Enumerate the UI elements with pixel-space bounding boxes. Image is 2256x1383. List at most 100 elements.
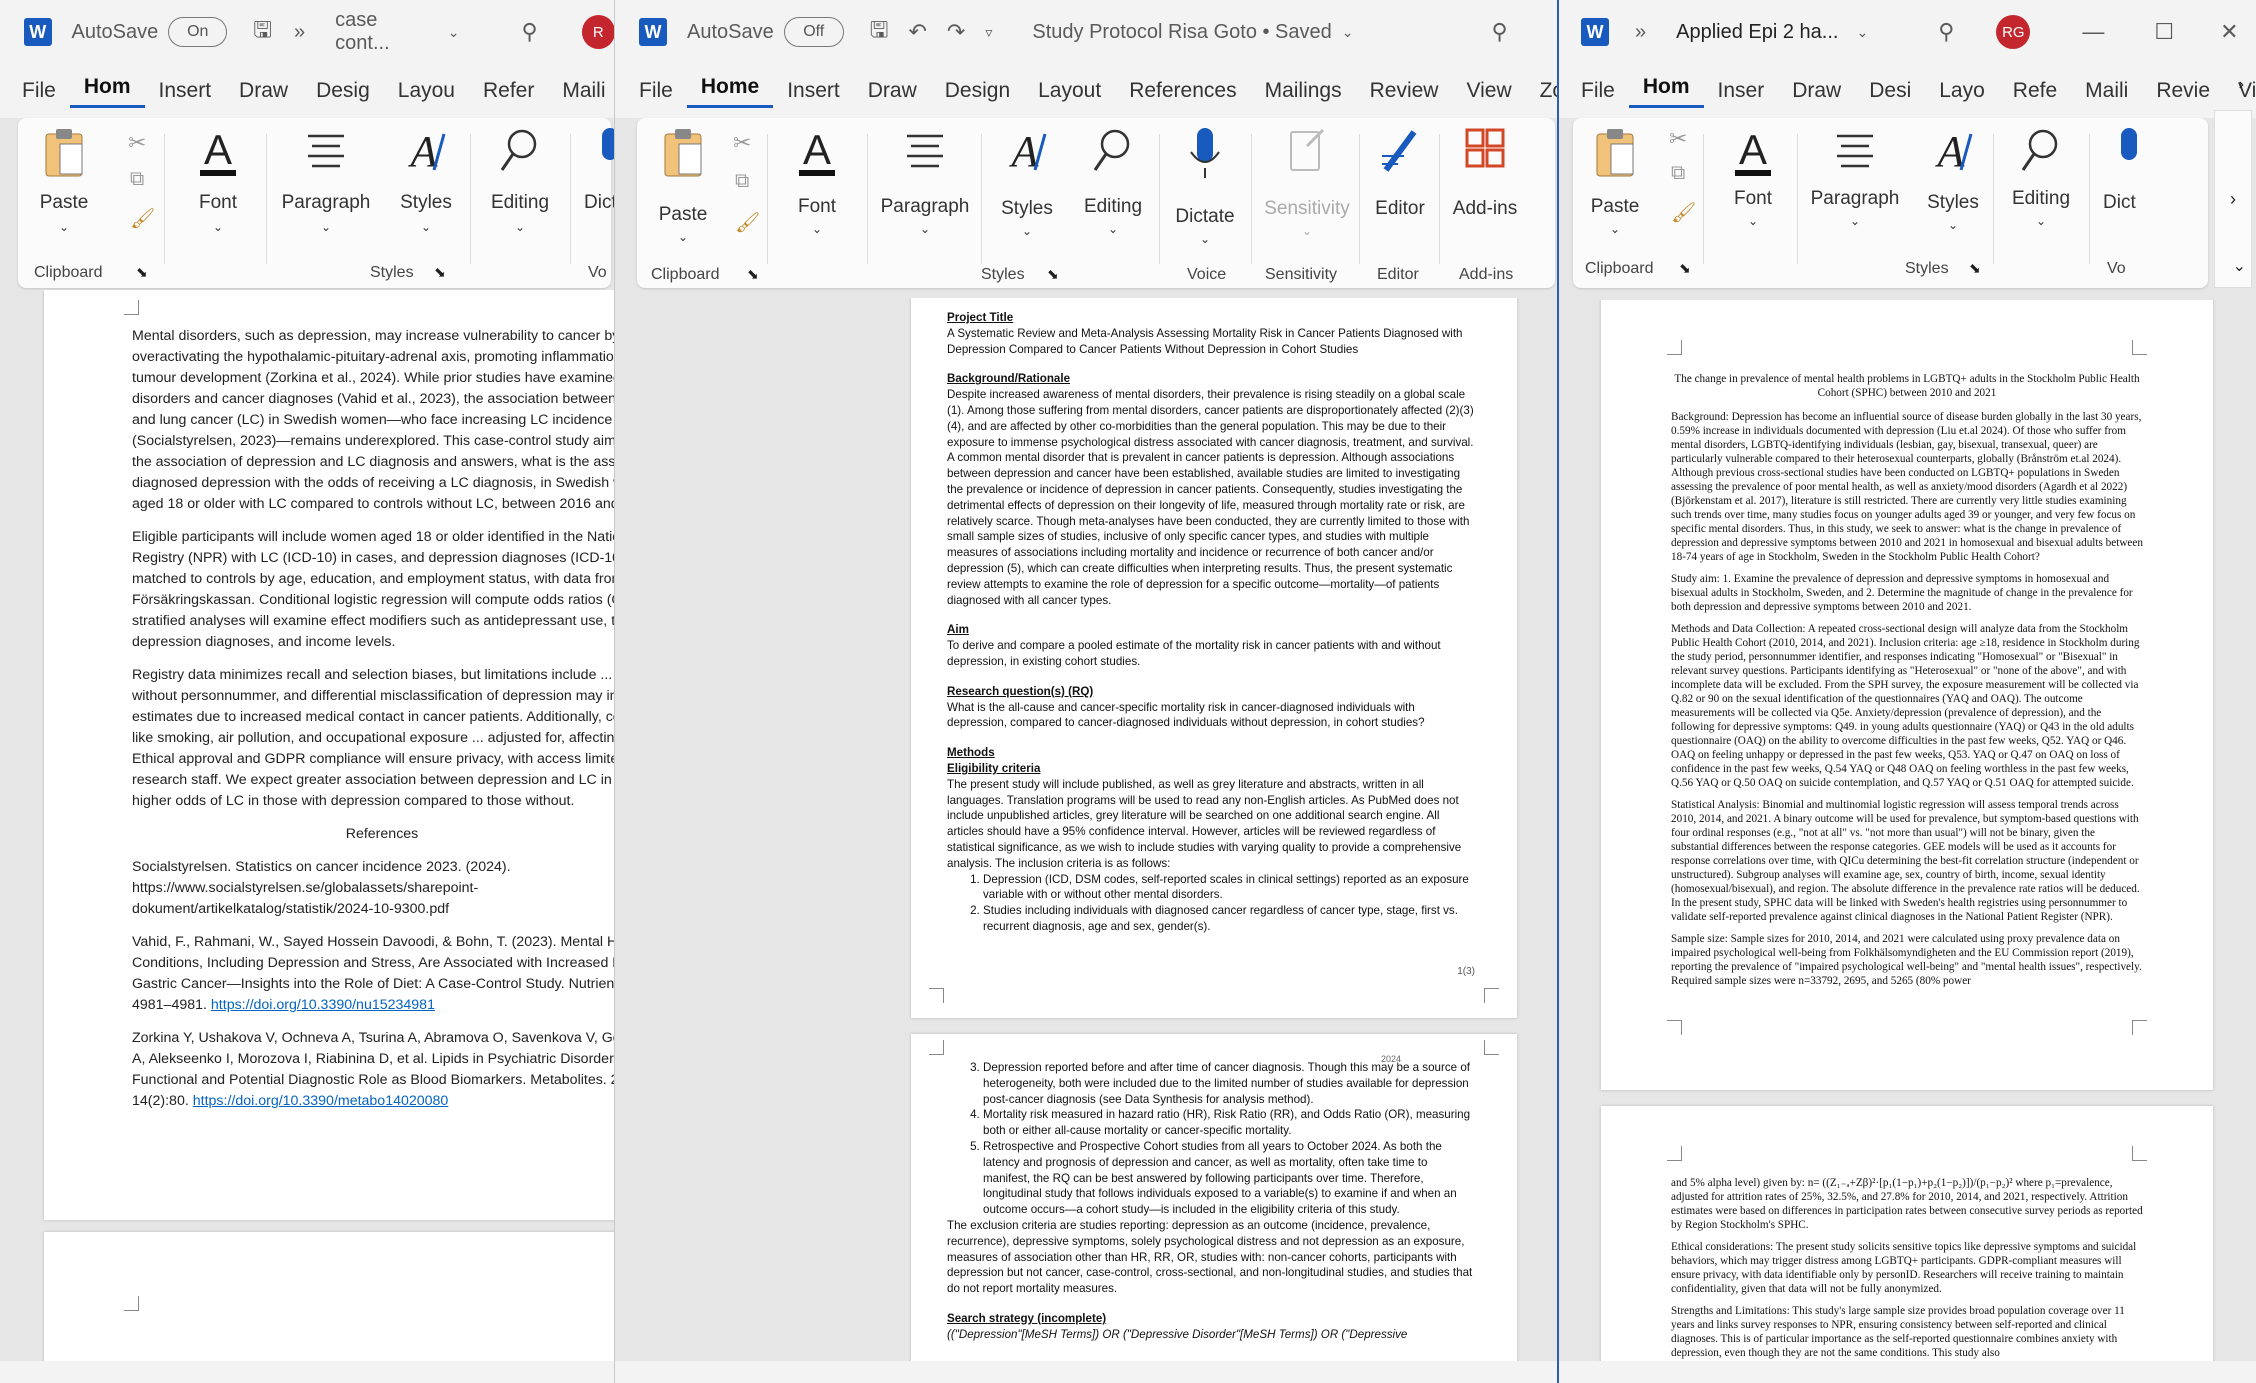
font-button[interactable]: A Font ⌄	[775, 126, 859, 236]
tab-review[interactable]: Review	[1356, 79, 1453, 103]
more-commands-icon[interactable]: »	[294, 21, 305, 44]
minimize-icon[interactable]: —	[2082, 19, 2104, 45]
chevron-down-icon[interactable]: ⌄	[1342, 24, 1354, 41]
tab-maili[interactable]: Maili	[548, 79, 615, 103]
redo-icon[interactable]: ↷	[947, 19, 965, 45]
chevron-down-icon[interactable]: ⌄	[1856, 24, 1868, 41]
tab-hom[interactable]: Hom	[69, 75, 145, 108]
tab-insert[interactable]: Insert	[145, 79, 226, 103]
reference-link[interactable]: https://doi.org/10.3390/metabo14020080	[193, 1093, 449, 1109]
undo-icon[interactable]: ↶	[908, 19, 926, 45]
tab-revie[interactable]: Revie	[2142, 79, 2224, 103]
chevron-down-icon[interactable]: ⌄	[448, 24, 460, 41]
paragraph-button[interactable]: Paragraph ⌄	[276, 126, 376, 234]
font-button[interactable]: A Font ⌄	[178, 126, 258, 234]
dialog-launcher-icon[interactable]: ⬊	[136, 264, 148, 281]
more-commands-icon[interactable]: »	[1635, 21, 1646, 44]
paste-button[interactable]: Paste ⌄	[32, 126, 96, 234]
styles-group-label: Styles	[370, 264, 414, 281]
sensitivity-button[interactable]: Sensitivity ⌄	[1257, 126, 1357, 238]
paragraph-button[interactable]: Paragraph ⌄	[1803, 126, 1907, 228]
tab-maili[interactable]: Maili	[2071, 79, 2142, 103]
maximize-icon[interactable]: ☐	[2154, 19, 2174, 45]
format-painter-icon[interactable]: 🖌	[1671, 200, 1696, 225]
font-icon: A	[1735, 126, 1771, 176]
avatar[interactable]: R	[581, 15, 615, 49]
tab-view[interactable]: View	[1452, 79, 1525, 103]
search-icon[interactable]: ⚲	[1938, 19, 1954, 45]
document-page[interactable]: 2024 Depression reported before and afte…	[911, 1034, 1517, 1361]
font-button[interactable]: A Font ⌄	[1713, 126, 1793, 228]
save-icon[interactable]: 🖫	[253, 13, 272, 51]
tab-file[interactable]: File	[0, 79, 70, 103]
dialog-launcher-icon[interactable]: ⬊	[434, 264, 446, 281]
document-page[interactable]: Project Title A Systematic Review and Met…	[911, 298, 1517, 1018]
cut-icon[interactable]: ✂	[1669, 126, 1687, 152]
cut-icon[interactable]: ✂	[733, 130, 751, 156]
tab-refer[interactable]: Refer	[469, 79, 548, 103]
save-icon[interactable]: 🖫	[870, 13, 889, 51]
tab-file[interactable]: File	[615, 79, 687, 103]
format-painter-icon[interactable]: 🖌	[735, 210, 760, 235]
close-icon[interactable]: ✕	[2220, 19, 2238, 45]
editing-button[interactable]: Editing ⌄	[480, 126, 560, 234]
document-title[interactable]: case cont...	[335, 9, 436, 55]
paste-button[interactable]: Paste ⌄	[651, 126, 715, 244]
tab-mailings[interactable]: Mailings	[1251, 79, 1356, 103]
title-bar: W AutoSave On 🖫 » case cont... ⌄ ⚲ R	[0, 0, 615, 64]
cut-icon[interactable]: ✂	[128, 130, 146, 156]
tab-desig[interactable]: Desig	[302, 79, 384, 103]
dialog-launcher-icon[interactable]: ⬊	[1969, 260, 1981, 277]
customize-icon[interactable]: ▿	[985, 24, 992, 41]
format-painter-icon[interactable]: 🖌	[130, 206, 155, 231]
tab-file[interactable]: File	[1559, 79, 1629, 103]
reference-link[interactable]: https://doi.org/10.3390/nu15234981	[211, 997, 435, 1013]
tab-refe[interactable]: Refe	[1999, 79, 2071, 103]
addins-button[interactable]: Add-ins	[1443, 126, 1527, 219]
tab-desi[interactable]: Desi	[1855, 79, 1925, 103]
ribbon-more-icon[interactable]: ›	[2239, 76, 2244, 94]
tab-home[interactable]: Home	[686, 75, 774, 108]
search-icon[interactable]: ⚲	[1492, 19, 1508, 45]
copy-icon[interactable]: ⧉	[1671, 162, 1685, 185]
tab-layou[interactable]: Layou	[384, 79, 469, 103]
styles-button[interactable]: A Styles ⌄	[987, 126, 1067, 238]
dialog-launcher-icon[interactable]: ⬊	[1679, 260, 1691, 277]
tab-draw[interactable]: Draw	[225, 79, 302, 103]
styles-button[interactable]: A Styles ⌄	[386, 126, 466, 234]
copy-icon[interactable]: ⧉	[735, 170, 749, 193]
tab-layout[interactable]: Layout	[1024, 79, 1115, 103]
document-title[interactable]: Study Protocol Risa Goto • Saved	[1032, 21, 1331, 44]
paste-button[interactable]: Paste ⌄	[1583, 126, 1647, 236]
document-page[interactable]: Mental disorders, such as depression, ma…	[44, 290, 615, 1220]
dictate-button[interactable]: Dictate ⌄	[1165, 126, 1245, 246]
dialog-launcher-icon[interactable]: ⬊	[1047, 266, 1059, 283]
autosave-toggle[interactable]: On	[168, 17, 228, 47]
tab-inser[interactable]: Inser	[1704, 79, 1779, 103]
tab-draw[interactable]: Draw	[854, 79, 931, 103]
collapse-ribbon-icon[interactable]: ⌄	[2233, 256, 2246, 276]
tab-references[interactable]: References	[1115, 79, 1250, 103]
document-page[interactable]: and 5% alpha level) given by: n= ((Z₁₋ₐ+…	[1601, 1106, 2213, 1361]
dialog-launcher-icon[interactable]: ⬊	[747, 266, 759, 283]
document-title[interactable]: Applied Epi 2 ha...	[1676, 21, 1838, 44]
autosave-toggle[interactable]: Off	[783, 17, 844, 47]
tab-insert[interactable]: Insert	[773, 79, 854, 103]
dictate-button[interactable]: Dict	[584, 126, 615, 213]
document-page[interactable]: The change in prevalence of mental healt…	[1601, 300, 2213, 1090]
editing-button[interactable]: Editing ⌄	[2001, 126, 2081, 228]
dictate-button[interactable]: Dict	[2103, 126, 2153, 213]
tab-layo[interactable]: Layo	[1925, 79, 1999, 103]
tab-draw[interactable]: Draw	[1778, 79, 1855, 103]
search-icon[interactable]: ⚲	[521, 19, 537, 45]
tab-hom[interactable]: Hom	[1628, 75, 1704, 108]
tab-design[interactable]: Design	[931, 79, 1024, 103]
avatar[interactable]: RG	[1996, 15, 2031, 49]
editing-button[interactable]: Editing ⌄	[1073, 126, 1153, 236]
tab-zotero[interactable]: Zotero	[1526, 79, 1559, 103]
editor-button[interactable]: Editor	[1365, 126, 1435, 219]
copy-icon[interactable]: ⧉	[130, 168, 144, 191]
document-page[interactable]	[44, 1232, 615, 1361]
paragraph-button[interactable]: Paragraph ⌄	[873, 126, 977, 236]
styles-button[interactable]: A Styles ⌄	[1913, 126, 1993, 232]
